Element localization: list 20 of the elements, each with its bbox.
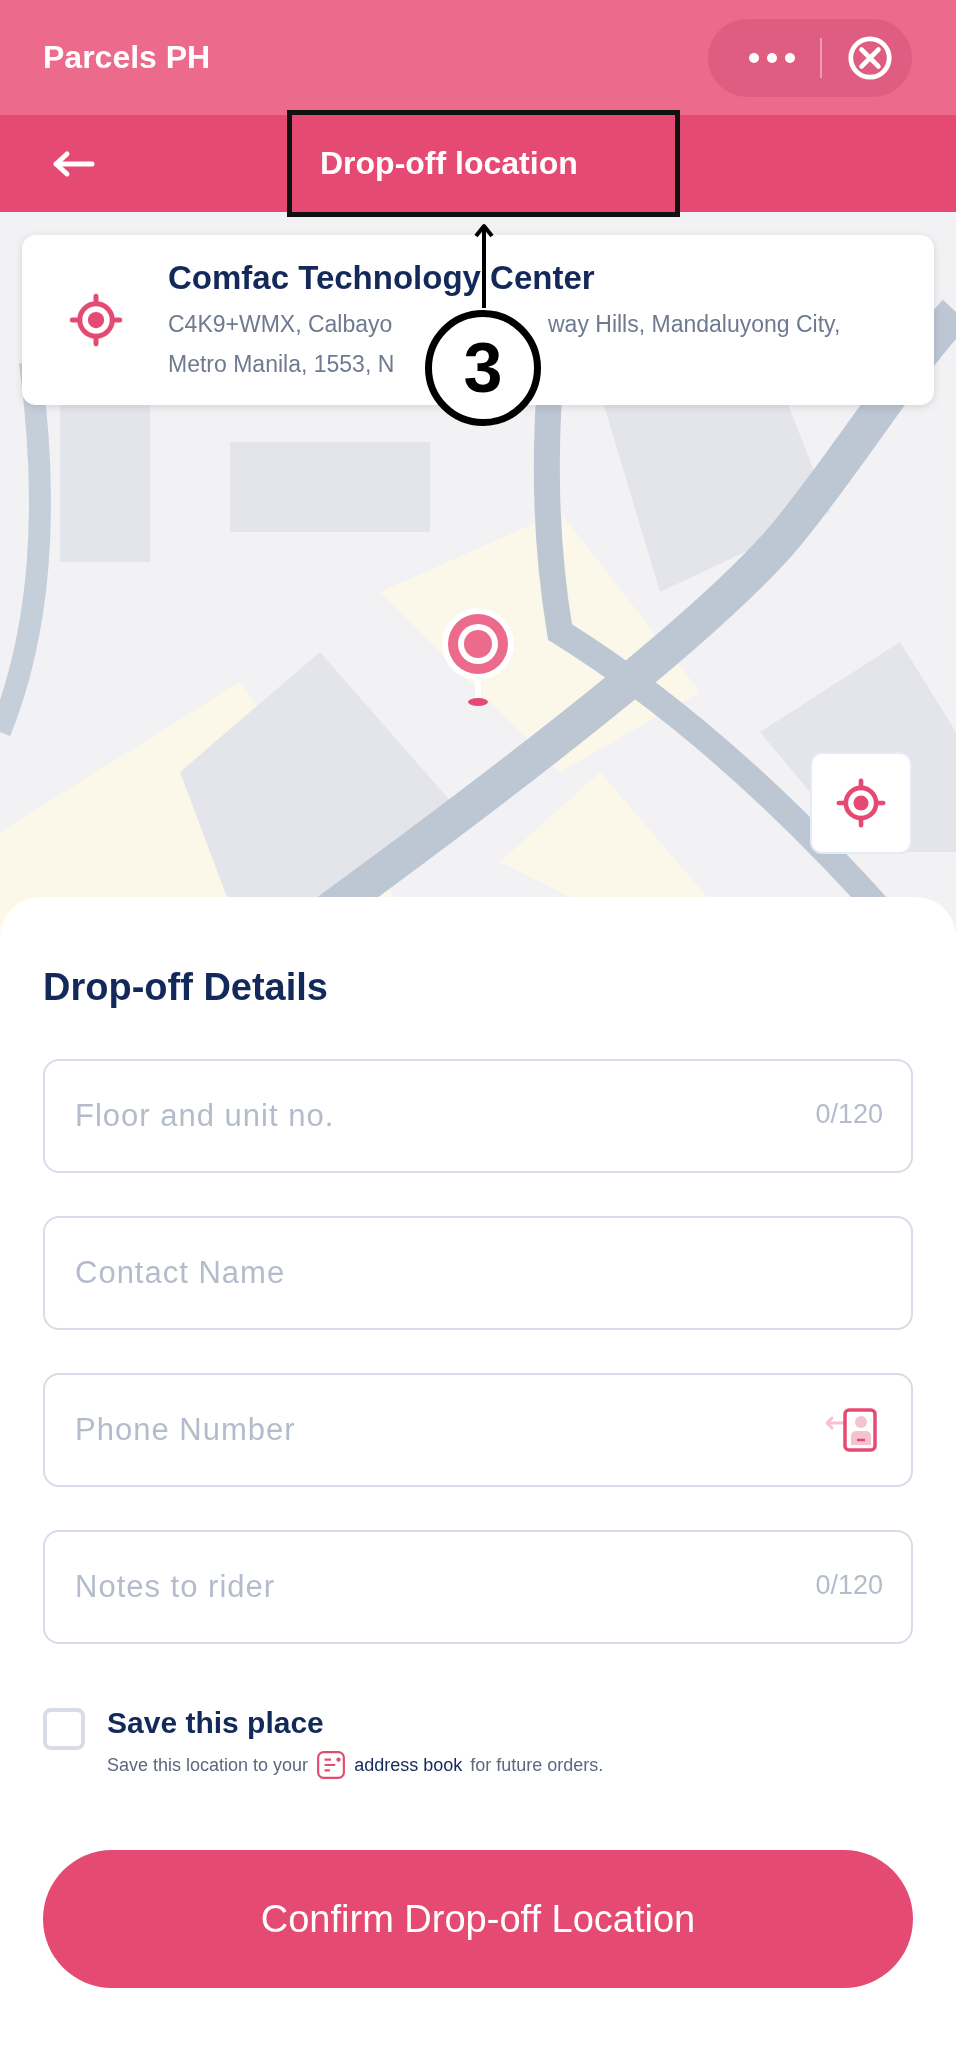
checkbox[interactable]	[43, 1708, 85, 1750]
save-label: Save this place	[107, 1706, 325, 1740]
location-name: Comfac Technology Center	[168, 259, 596, 297]
input-field[interactable]: Contact Name	[43, 1216, 913, 1330]
input-field[interactable]: Phone Number	[43, 1373, 913, 1487]
section-title: Drop-off Details	[43, 965, 329, 1009]
char-counter: 0/120	[815, 1099, 883, 1130]
hint-text: for future orders.	[470, 1754, 604, 1776]
address-book-icon	[316, 1750, 347, 1780]
address-text: Metro Manila, 1553, N	[168, 350, 396, 379]
address-book-link[interactable]: address book	[354, 1754, 463, 1776]
address-text: way Hills, Mandaluyong City,	[548, 310, 841, 339]
hint-text: Save this location to your	[107, 1754, 309, 1776]
app-title: Parcels PH	[43, 39, 211, 76]
char-counter: 0/120	[815, 1570, 883, 1601]
address-text: C4K9+WMX, Calbayo	[168, 310, 394, 339]
confirm-button[interactable]: Confirm Drop-off Location	[43, 1850, 913, 1988]
page-title: Drop-off location	[320, 145, 578, 182]
locate-button[interactable]	[810, 752, 912, 854]
close-icon[interactable]	[846, 33, 894, 82]
